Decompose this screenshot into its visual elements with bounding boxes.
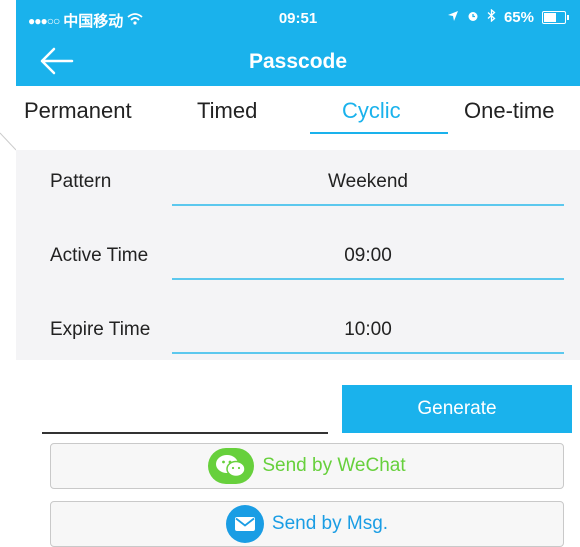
active-time-label: Active Time xyxy=(50,245,149,266)
battery-fill xyxy=(544,13,556,22)
active-time-row: Active Time 09:00 xyxy=(16,224,580,294)
send-msg-content: Send by Msg. xyxy=(51,502,563,546)
tab-one-time[interactable]: One-time xyxy=(464,98,554,124)
tab-permanent[interactable]: Permanent xyxy=(24,98,132,124)
send-by-msg-button[interactable]: Send by Msg. xyxy=(50,501,564,547)
expire-time-picker[interactable]: 10:00 xyxy=(172,319,564,341)
passcode-form: Pattern Weekend Active Time 09:00 Expire… xyxy=(16,150,580,360)
bluetooth-icon xyxy=(487,8,496,26)
expire-time-row: Expire Time 10:00 xyxy=(16,298,580,368)
expire-time-label: Expire Time xyxy=(50,319,151,340)
passcode-output-field[interactable] xyxy=(42,432,328,434)
pattern-underline xyxy=(172,204,564,206)
send-wechat-label: Send by WeChat xyxy=(262,455,406,476)
active-time-picker[interactable]: 09:00 xyxy=(172,245,564,267)
status-right: 65% xyxy=(447,8,569,26)
battery-percent: 65% xyxy=(503,9,534,26)
phone-screen: ●●●○○ 中国移动 09:51 65% Passcode Permanent … xyxy=(16,0,580,547)
send-msg-label: Send by Msg. xyxy=(271,513,389,534)
location-arrow-icon xyxy=(447,9,459,26)
page-title: Passcode xyxy=(248,50,348,73)
active-time-underline xyxy=(172,278,564,280)
pattern-label: Pattern xyxy=(50,171,112,192)
envelope-icon xyxy=(225,505,264,543)
tab-timed[interactable]: Timed xyxy=(197,98,257,124)
pattern-row: Pattern Weekend xyxy=(16,150,580,220)
send-wechat-content: Send by WeChat xyxy=(51,444,563,488)
expire-time-underline xyxy=(172,352,564,354)
tab-cyclic[interactable]: Cyclic xyxy=(342,98,401,124)
active-tab-indicator xyxy=(310,132,448,134)
alarm-icon xyxy=(467,9,479,26)
pattern-select[interactable]: Weekend xyxy=(172,171,564,193)
wechat-icon xyxy=(208,448,255,484)
tab-bar: Permanent Timed Cyclic One-time xyxy=(16,86,580,146)
status-bar: ●●●○○ 中国移动 09:51 65% xyxy=(16,0,580,38)
send-by-wechat-button[interactable]: Send by WeChat xyxy=(50,443,564,489)
generate-button[interactable]: Generate xyxy=(342,385,572,433)
battery-icon xyxy=(542,11,569,24)
nav-bar: Passcode xyxy=(16,38,580,86)
